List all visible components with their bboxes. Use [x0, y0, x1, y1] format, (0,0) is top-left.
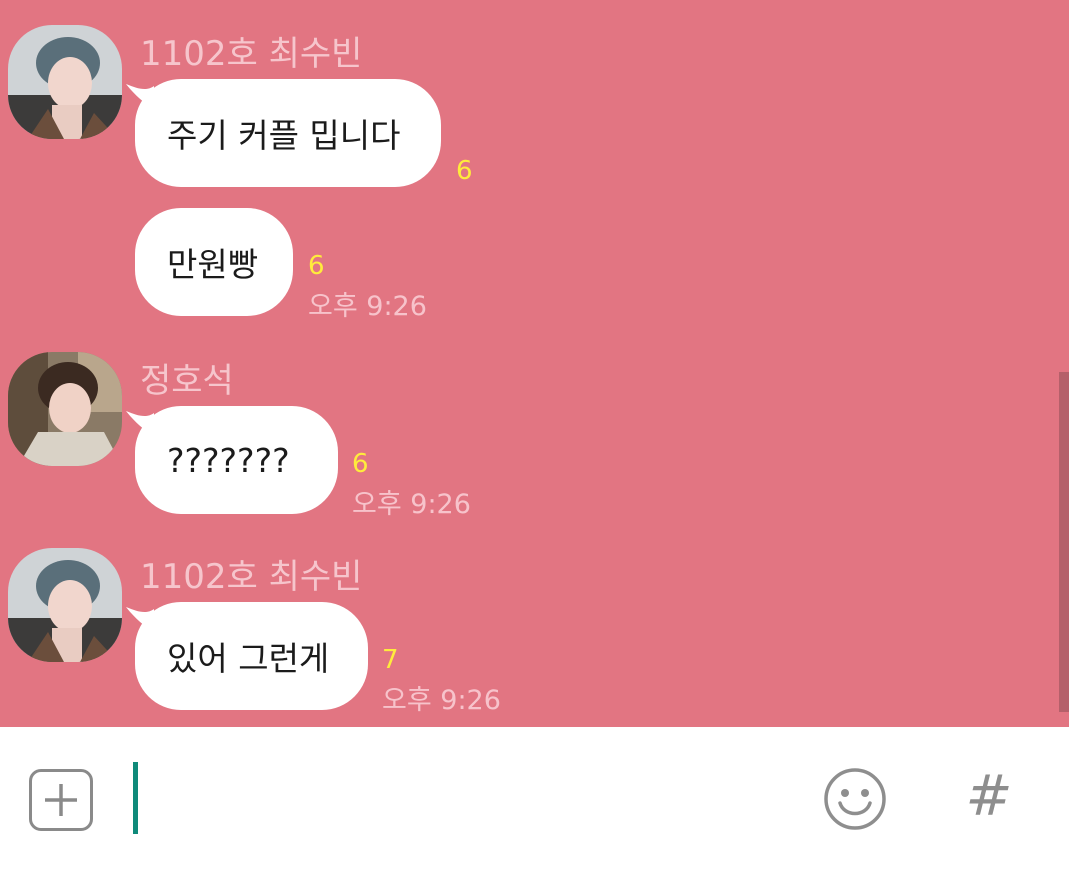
profile-photo-icon: [8, 352, 122, 466]
sender-name: 1102호 최수빈: [140, 34, 363, 74]
profile-photo-icon: [8, 25, 122, 139]
add-attachment-button[interactable]: [29, 769, 93, 831]
message-time: 오후 9:26: [308, 291, 427, 322]
message-text: 만원빵: [167, 245, 259, 284]
text-input-cursor[interactable]: [133, 762, 138, 834]
hashtag-button[interactable]: #: [962, 765, 1016, 829]
sender-avatar[interactable]: [8, 25, 122, 139]
unread-count: 7: [382, 645, 399, 675]
scrollbar[interactable]: [1059, 372, 1069, 712]
message-text: 있어 그런게: [167, 639, 330, 678]
message-text: 주기 커플 밉니다: [167, 116, 401, 155]
input-bar: #: [0, 727, 1069, 871]
message-bubble[interactable]: ???????: [135, 406, 338, 514]
unread-count: 6: [308, 251, 325, 281]
sender-avatar[interactable]: [8, 352, 122, 466]
chat-area[interactable]: 1102호 최수빈 주기 커플 밉니다 6 만원빵 6 오후 9:26 정호석 …: [0, 0, 1069, 727]
unread-count: 6: [352, 449, 369, 479]
profile-photo-icon: [8, 548, 122, 662]
message-time: 오후 9:26: [352, 489, 471, 520]
sender-name: 정호석: [140, 361, 234, 401]
message-bubble[interactable]: 만원빵: [135, 208, 293, 316]
message-bubble[interactable]: 있어 그런게: [135, 602, 368, 710]
unread-count: 6: [456, 156, 473, 186]
message-time: 오후 9:26: [382, 685, 501, 716]
sender-name: 1102호 최수빈: [140, 557, 363, 597]
sender-avatar[interactable]: [8, 548, 122, 662]
message-bubble[interactable]: 주기 커플 밉니다: [135, 79, 441, 187]
message-text: ???????: [167, 440, 290, 480]
plus-icon: [45, 784, 77, 816]
smiley-icon[interactable]: [823, 767, 887, 831]
